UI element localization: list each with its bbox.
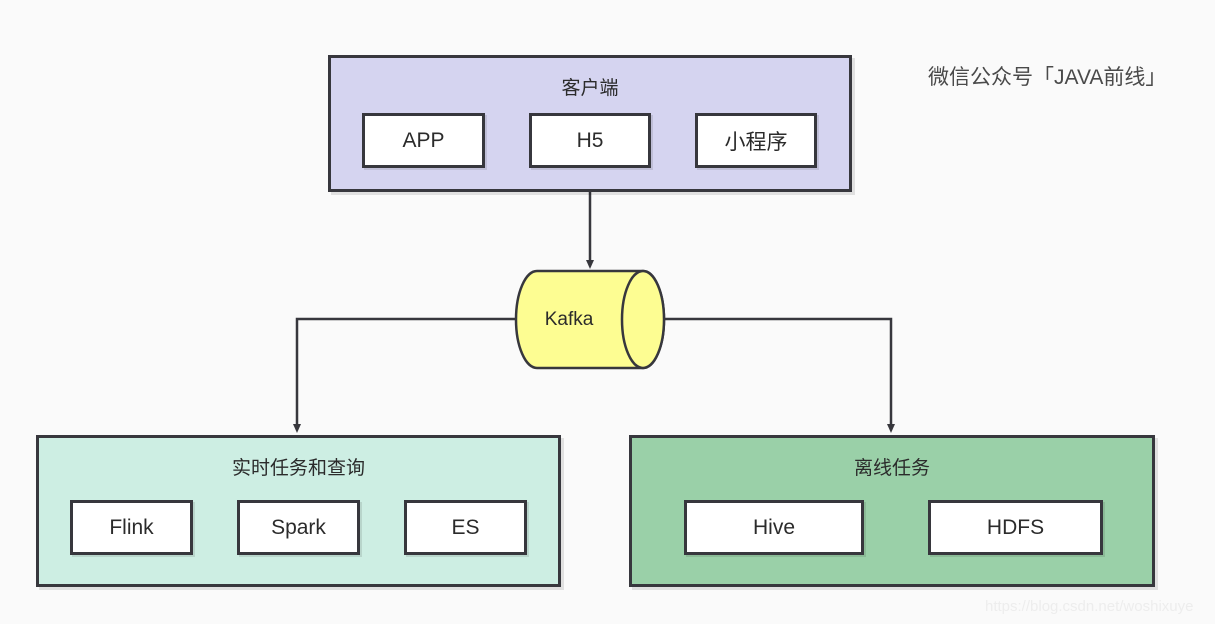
group-title-offline: 离线任务 bbox=[853, 458, 930, 479]
group-title-client: 客户端 bbox=[561, 78, 619, 99]
node-offline-1[interactable]: HDFS bbox=[928, 500, 1103, 555]
cylinder-cap bbox=[620, 269, 666, 370]
node-realtime-0[interactable]: Flink bbox=[70, 500, 193, 555]
brand-watermark: 微信公众号「JAVA前线」 bbox=[928, 66, 1167, 89]
node-client-1[interactable]: H5 bbox=[529, 113, 651, 168]
node-client-2[interactable]: 小程序 bbox=[695, 113, 817, 168]
node-realtime-2[interactable]: ES bbox=[404, 500, 527, 555]
node-realtime-1[interactable]: Spark bbox=[237, 500, 360, 555]
node-client-0[interactable]: APP bbox=[362, 113, 485, 168]
group-title-realtime: 实时任务和查询 bbox=[231, 458, 365, 479]
url-watermark: https://blog.csdn.net/woshixuye bbox=[985, 598, 1194, 615]
cylinder-shape bbox=[514, 269, 666, 370]
node-offline-0[interactable]: Hive bbox=[684, 500, 864, 555]
diagram-canvas: Kafka 客户端 APP H5 小程序 实时任务和查询 Flink Spark ES 离线任务… bbox=[0, 0, 1215, 624]
